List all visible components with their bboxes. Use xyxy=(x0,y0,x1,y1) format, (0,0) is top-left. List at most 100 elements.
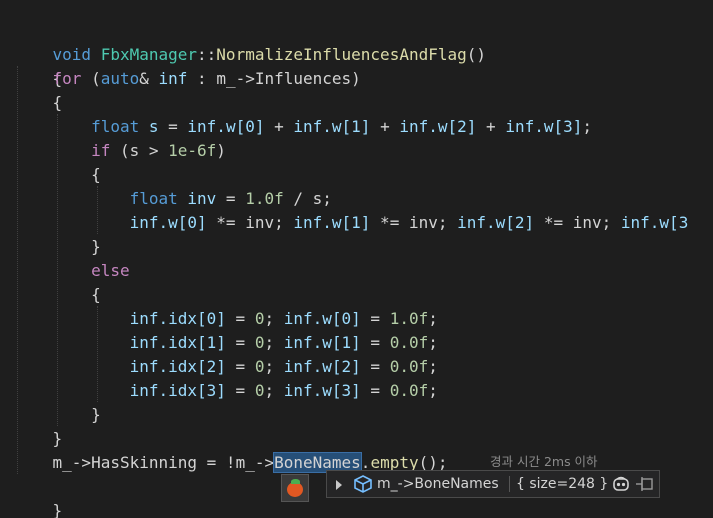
code-line[interactable]: float s = inf.w[0] + inf.w[1] + inf.w[2]… xyxy=(14,115,592,139)
code-text: ; xyxy=(428,381,438,400)
code-text: & xyxy=(139,69,159,88)
number: 0.0f xyxy=(389,357,429,376)
variable: inf.idx[1] xyxy=(129,333,226,352)
code-text: ) xyxy=(351,69,361,88)
variable: inf.w[3 xyxy=(620,213,689,232)
code-line[interactable]: inf.idx[3] = 0; inf.w[3] = 0.0f; xyxy=(14,379,438,403)
code-text: + xyxy=(476,117,506,136)
code-line[interactable]: float inv = 1.0f / s; xyxy=(14,187,332,211)
code-text: ; xyxy=(264,357,284,376)
code-line[interactable]: inf.idx[1] = 0; inf.w[1] = 0.0f; xyxy=(14,331,438,355)
code-line[interactable]: { xyxy=(14,43,63,88)
code-text: ( xyxy=(81,69,101,88)
code-line[interactable]: inf.idx[2] = 0; inf.w[2] = 0.0f; xyxy=(14,355,438,379)
code-text: + xyxy=(370,117,400,136)
code-text: m_ xyxy=(216,69,236,88)
code-text: ; xyxy=(582,117,593,136)
code-text: -> xyxy=(235,69,255,88)
expand-arrow-icon[interactable] xyxy=(336,480,342,490)
code-text: = xyxy=(225,333,255,352)
variable: inf.w[1] xyxy=(283,333,361,352)
code-text: = xyxy=(158,117,188,136)
code-text: ) xyxy=(216,141,226,160)
code-text: ; xyxy=(264,333,284,352)
brace: } xyxy=(91,405,101,424)
code-text: ; xyxy=(264,309,284,328)
code-line[interactable]: } xyxy=(14,235,101,259)
code-line[interactable]: { xyxy=(14,163,101,187)
debugger-datatip[interactable]: m_->BoneNames { size=248 } xyxy=(326,470,660,498)
code-line[interactable]: } xyxy=(14,403,101,427)
pin-icon[interactable] xyxy=(634,475,656,493)
code-line[interactable]: { xyxy=(14,91,63,115)
keyword-if: if xyxy=(91,141,111,160)
code-line[interactable]: { xyxy=(14,283,101,307)
code-text: / s; xyxy=(283,189,332,208)
code-text: *= inv; xyxy=(206,213,294,232)
code-text: = xyxy=(225,357,255,376)
code-text: = ! xyxy=(197,453,236,472)
code-text: ; xyxy=(428,333,438,352)
copilot-icon[interactable] xyxy=(611,475,631,493)
brace: } xyxy=(91,237,101,256)
keyword-for: for xyxy=(52,69,82,88)
variable: s xyxy=(139,117,159,136)
datatip-divider xyxy=(509,476,510,492)
keyword-auto: auto xyxy=(100,69,140,88)
parens: () xyxy=(466,45,487,64)
variable: inf.idx[0] xyxy=(129,309,226,328)
variable-cube-icon xyxy=(352,474,374,494)
code-text: (s > xyxy=(110,141,169,160)
code-editor[interactable]: void FbxManager::NormalizeInfluencesAndF… xyxy=(0,0,713,518)
code-text: Influences xyxy=(254,69,352,88)
variable: inf xyxy=(158,69,188,88)
scope-operator: :: xyxy=(197,45,217,64)
elapsed-time-hint: 경과 시간 2ms 이하 xyxy=(490,454,598,469)
variable: inf.w[3] xyxy=(505,117,583,136)
code-line[interactable]: inf.idx[0] = 0; inf.w[0] = 1.0f; xyxy=(14,307,438,331)
keyword-float: float xyxy=(129,189,178,208)
code-text: -> xyxy=(71,453,92,472)
code-text: *= inv; xyxy=(534,213,621,232)
code-text: -> xyxy=(254,453,275,472)
code-text: + xyxy=(264,117,294,136)
variable: inf.w[3] xyxy=(283,381,361,400)
code-text: m_ xyxy=(235,453,255,472)
code-line[interactable]: } xyxy=(14,475,63,518)
code-line[interactable]: for (auto& inf : m_->Influences) xyxy=(14,67,361,91)
datatip-value[interactable]: { size=248 } xyxy=(516,471,608,497)
variable: inf.w[0] xyxy=(187,117,265,136)
variable: inf.w[2] xyxy=(283,357,361,376)
brace: } xyxy=(52,501,63,518)
code-text: = xyxy=(360,309,390,328)
number: 1.0f xyxy=(245,189,284,208)
number: 0.0f xyxy=(389,381,429,400)
code-line[interactable]: inf.w[0] *= inv; inf.w[1] *= inv; inf.w[… xyxy=(14,211,689,235)
code-line[interactable]: else xyxy=(14,259,130,283)
code-line[interactable]: } xyxy=(14,427,63,451)
code-line[interactable]: if (s > 1e-6f) xyxy=(14,139,226,163)
code-text: = xyxy=(216,189,246,208)
code-line[interactable]: void FbxManager::NormalizeInfluencesAndF… xyxy=(14,19,486,64)
brace: { xyxy=(91,165,101,184)
variable: inf.w[1] xyxy=(293,117,371,136)
code-text: = xyxy=(225,381,255,400)
number: 1.0f xyxy=(389,309,429,328)
code-text: = xyxy=(360,381,390,400)
code-text: ; xyxy=(428,357,438,376)
code-text: ; xyxy=(264,381,284,400)
code-text: = xyxy=(360,357,390,376)
class-name: FbxManager xyxy=(100,45,198,64)
brace: { xyxy=(91,285,101,304)
tomato-leaf xyxy=(291,479,300,484)
number: 0.0f xyxy=(389,333,429,352)
tomato-icon[interactable] xyxy=(281,474,309,502)
variable: inv xyxy=(177,189,217,208)
number: 1e-6f xyxy=(168,141,217,160)
code-text: = xyxy=(360,333,390,352)
variable: inf.idx[2] xyxy=(129,357,226,376)
function-name: NormalizeInfluencesAndFlag xyxy=(216,45,467,64)
keyword-else: else xyxy=(91,261,130,280)
brace: { xyxy=(52,93,63,112)
code-text: = xyxy=(225,309,255,328)
